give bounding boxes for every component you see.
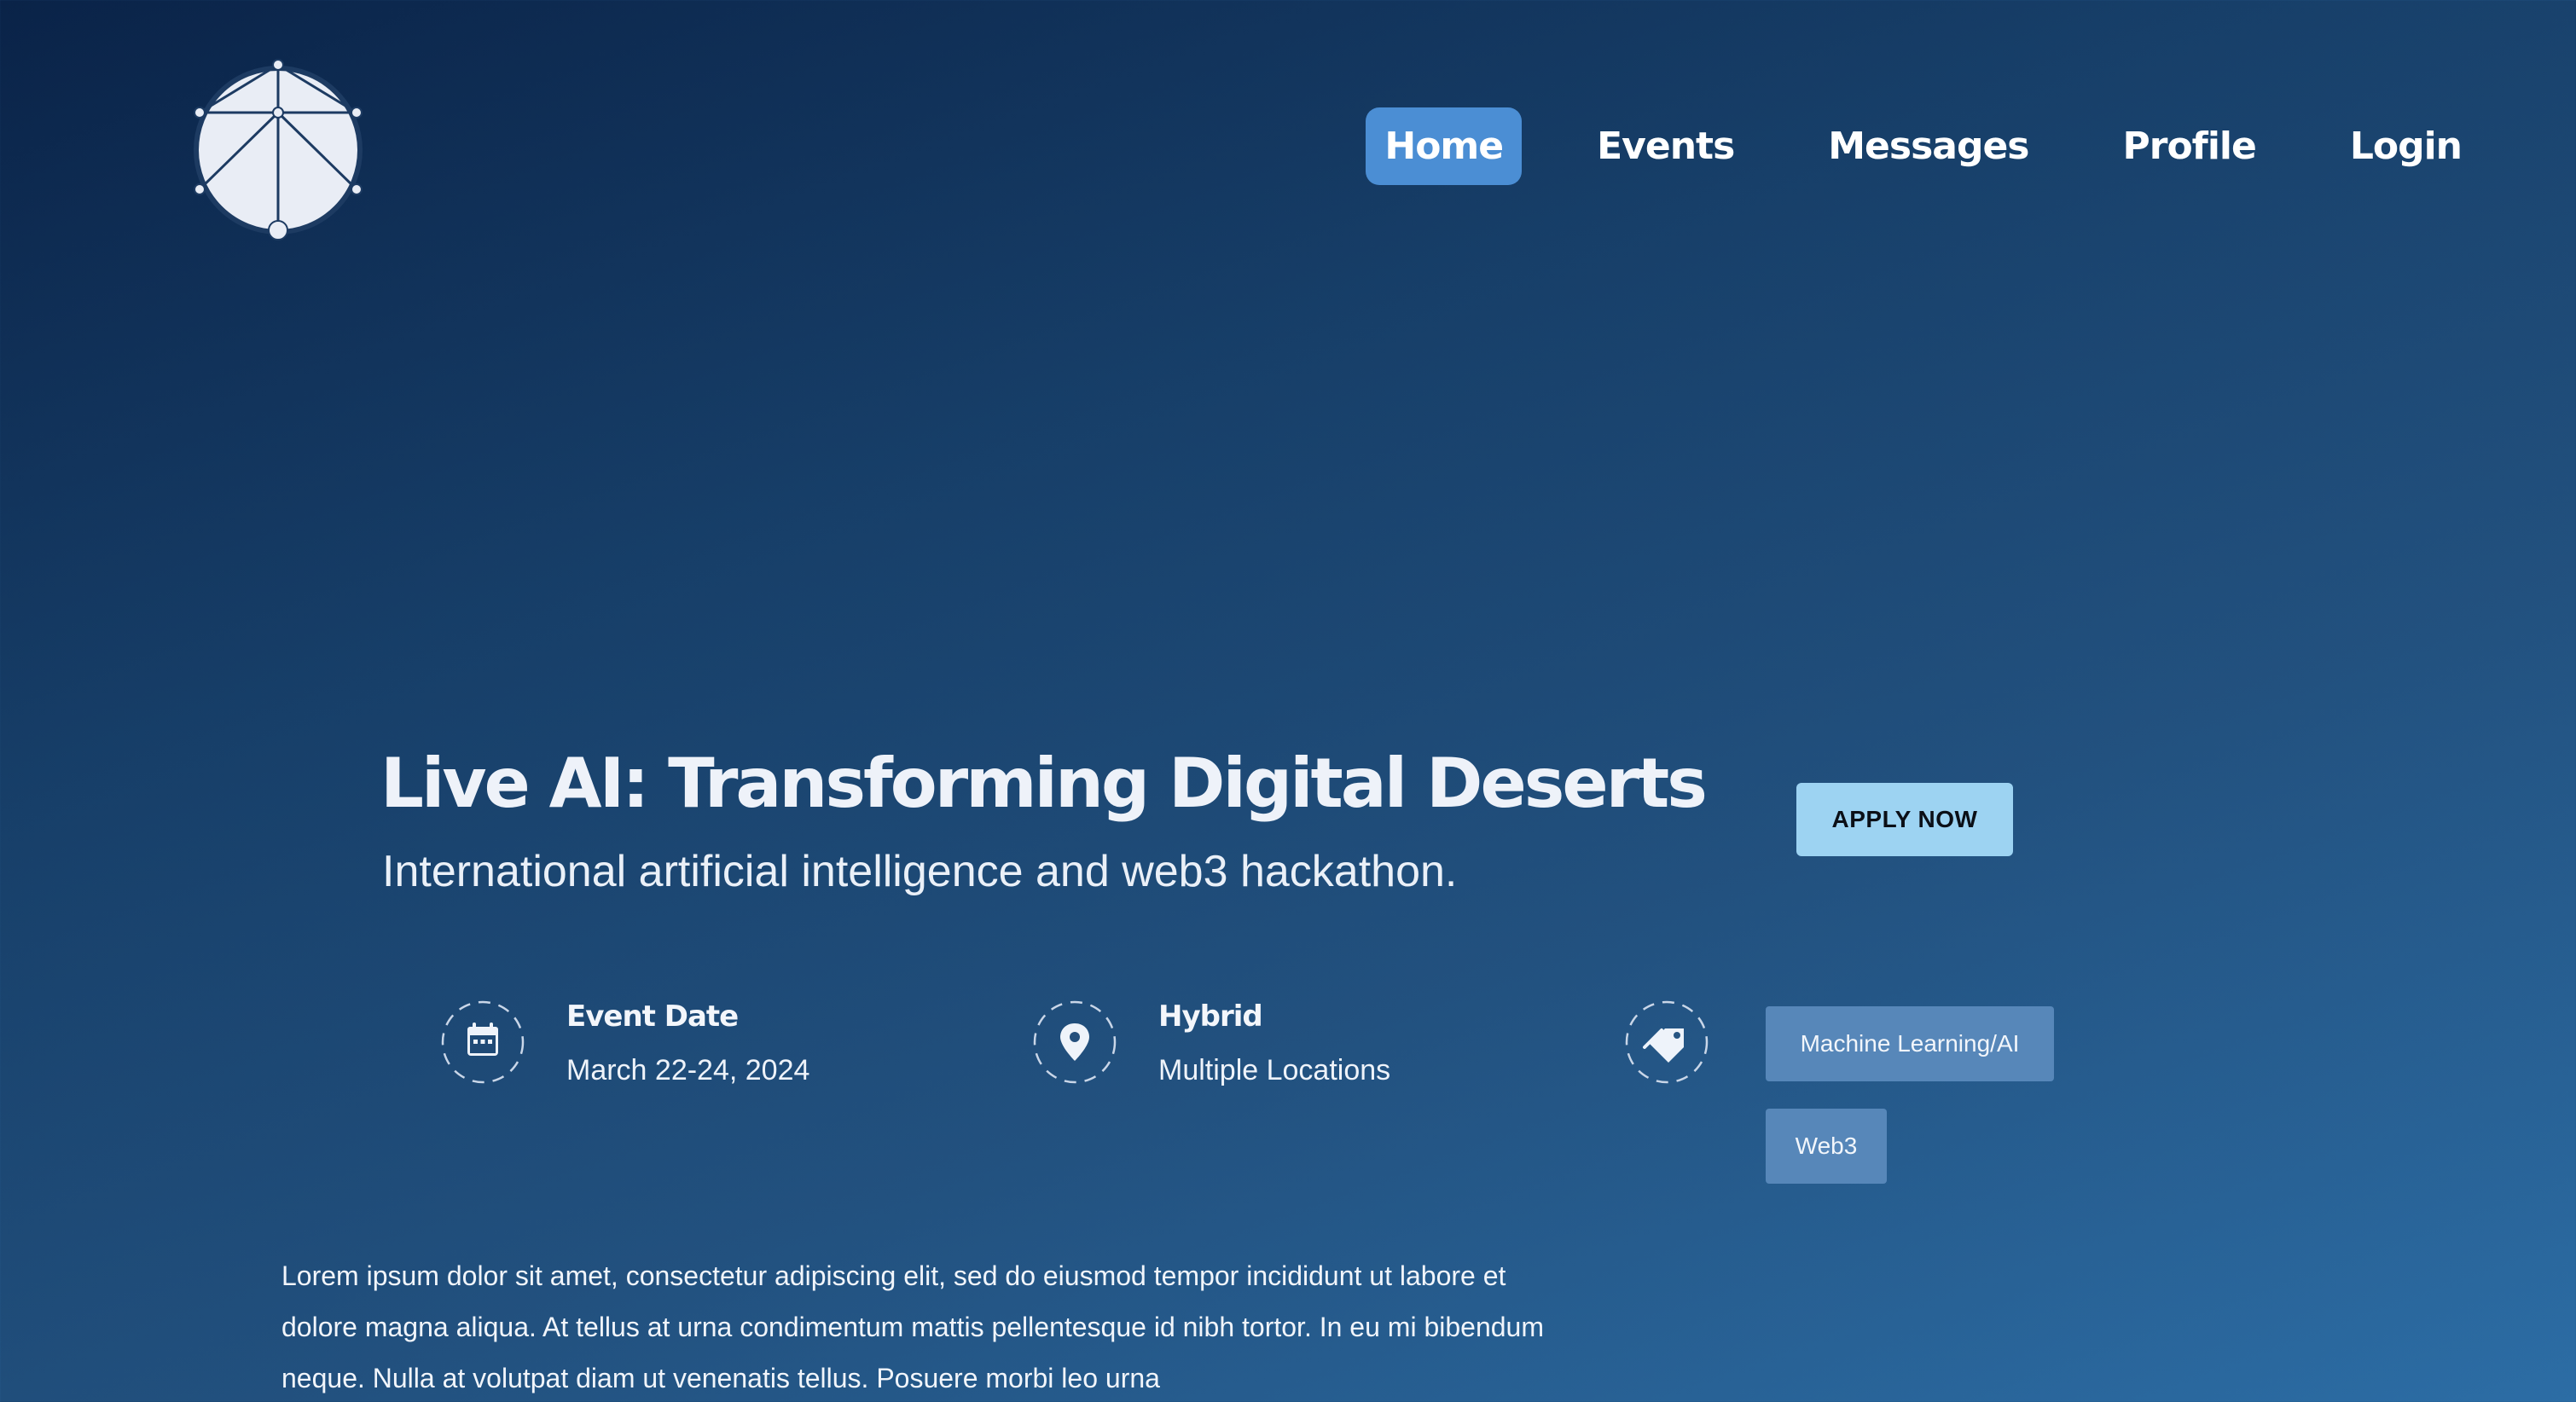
nav-events[interactable]: Events bbox=[1578, 107, 1753, 185]
event-date-label: Event Date bbox=[566, 999, 739, 1034]
nav-profile[interactable]: Profile bbox=[2104, 107, 2275, 185]
apply-now-button[interactable]: APPLY NOW bbox=[1796, 783, 2013, 856]
nav-home[interactable]: Home bbox=[1366, 107, 1523, 185]
site-logo[interactable] bbox=[191, 56, 365, 244]
nav-messages[interactable]: Messages bbox=[1809, 107, 2047, 185]
tag-web3[interactable]: Web3 bbox=[1766, 1109, 1887, 1184]
network-globe-logo-icon bbox=[194, 59, 363, 240]
nav-login[interactable]: Login bbox=[2331, 107, 2480, 185]
location-value: Multiple Locations bbox=[1158, 1054, 1391, 1086]
event-description: Lorem ipsum dolor sit amet, consectetur … bbox=[281, 1260, 1544, 1393]
main-nav: Home Events Messages Profile Login bbox=[1366, 107, 2480, 185]
tag-icon bbox=[1624, 999, 1709, 1085]
event-date-value: March 22-24, 2024 bbox=[566, 1054, 810, 1086]
calendar-icon bbox=[440, 999, 525, 1085]
event-title: Live AI: Transforming Digital Deserts bbox=[380, 744, 1708, 823]
event-subtitle: International artificial intelligence an… bbox=[382, 847, 1458, 896]
map-pin-icon bbox=[1032, 999, 1117, 1085]
tag-machine-learning[interactable]: Machine Learning/AI bbox=[1766, 1006, 2054, 1081]
location-type-label: Hybrid bbox=[1158, 999, 1263, 1034]
